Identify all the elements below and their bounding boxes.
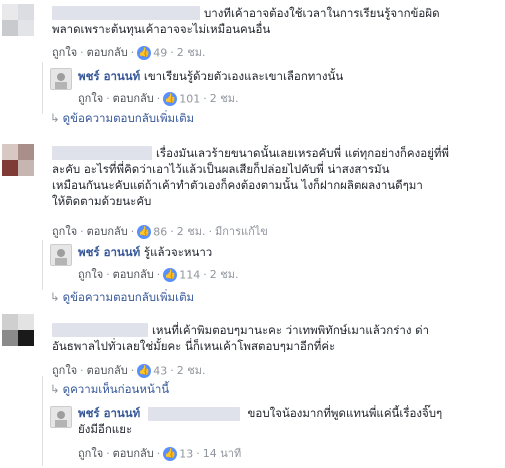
avatar-blurred[interactable] <box>2 4 34 36</box>
more-replies-label: ดูข้อความตอบกลับเพิ่มเติม <box>62 290 195 304</box>
thumbs-up-icon[interactable]: 👍 <box>163 92 178 106</box>
like-link[interactable]: ถูกใจ <box>52 364 77 377</box>
reply-text-cont: ยังมีอีกแยะ <box>78 421 132 437</box>
avatar-blurred[interactable] <box>2 144 34 176</box>
comment-time[interactable]: 2 ชม. <box>177 46 206 59</box>
thumbs-up-icon[interactable]: 👍 <box>137 364 152 378</box>
reply-line: ขอบใจน้องมากที่พูดแทนพี่แค่นี้เรื่องจิ๊บ… <box>247 406 443 420</box>
reply-arrow-icon: ↳ <box>50 111 60 125</box>
thread-line <box>42 376 43 466</box>
mention-blurred[interactable] <box>147 406 240 421</box>
reply-meta: ถูกใจ · ตอบกลับ · 👍 114 · 2 ชม. <box>78 268 239 282</box>
reply-meta: ถูกใจ · ตอบกลับ · 👍 101 · 2 ชม. <box>78 92 239 106</box>
comment-line: เหมือนกันนะคับแต่ถ้าเค้าทำตัวเองก็คงต้อง… <box>52 178 423 192</box>
comment-meta: ถูกใจ · ตอบกลับ · 👍 86 · 2 ชม. · มีการแก้ไข <box>52 225 268 239</box>
more-replies-label: ดูข้อความตอบกลับเพิ่มเติม <box>62 111 195 125</box>
avatar-image <box>2 4 34 36</box>
reply-meta: ถูกใจ · ตอบกลับ · 👍 13 · 14 นาที <box>78 447 242 461</box>
comment-meta: ถูกใจ · ตอบกลับ · 👍 49 · 2 ชม. <box>52 46 206 60</box>
like-count[interactable]: 49 <box>153 47 167 60</box>
comment-meta: ถูกใจ · ตอบกลับ · 👍 43 · 2 ชม. <box>52 364 206 378</box>
reply-text: พชร์ อานนท์ ขอบใจน้องมากที่พูดแทนพี่แค่น… <box>78 405 442 421</box>
comment-line: อันธพาลไปทั่วเลยใช่มั้ยคะ นี่ก็เหนเค้าโพ… <box>52 339 336 353</box>
like-count[interactable]: 101 <box>179 93 200 106</box>
thumbs-up-icon[interactable]: 👍 <box>137 225 152 239</box>
reply-time[interactable]: 2 ชม. <box>210 268 239 281</box>
comment-text: เรื่องมันเลวร้ายขนาดนั้นเลยเหรอคับพี่ แต… <box>156 145 504 161</box>
reply-time[interactable]: 2 ชม. <box>210 92 239 105</box>
avatar-image <box>51 69 71 89</box>
reply-arrow-icon: ↳ <box>50 290 60 304</box>
more-replies-link-1[interactable]: ↳ ดูข้อความตอบกลับเพิ่มเติม <box>50 110 194 128</box>
comment-line: เรื่องมันเลวร้ายขนาดนั้นเลยเหรอคับพี่ แต… <box>156 146 450 160</box>
like-link[interactable]: ถูกใจ <box>78 92 103 105</box>
comment-line: ละคับ อะไรที่พี่คิดว่าเอาไว้แล้วเป็นผลเส… <box>52 162 390 176</box>
reply-line: รู้แล้วจะหนาว <box>143 245 213 259</box>
reply-author[interactable]: พชร์ อานนท์ <box>78 406 140 420</box>
reply-2: พชร์ อานนท์ รู้แล้วจะหนาว ถูกใจ · ตอบกลับ ·… <box>48 240 498 284</box>
thumbs-up-icon[interactable]: 👍 <box>163 268 178 282</box>
thread-line <box>42 62 43 114</box>
avatar-patchara[interactable] <box>50 244 72 266</box>
like-link[interactable]: ถูกใจ <box>52 225 77 238</box>
avatar-image <box>51 407 71 427</box>
reply-author[interactable]: พชร์ อานนท์ <box>78 245 140 259</box>
avatar-image <box>2 144 34 176</box>
comment-line: ให้ติดตามด้วยนะคับ <box>52 194 152 208</box>
like-count[interactable]: 86 <box>153 226 167 239</box>
comment-text-cont: พลาดเพราะต้นทุนเค้าอาจจะไม่เหมือนคนอื่น <box>52 21 492 37</box>
thumbs-up-icon[interactable]: 👍 <box>163 447 178 461</box>
commenter-name-blurred[interactable] <box>52 146 152 160</box>
avatar-patchara[interactable] <box>50 68 72 90</box>
comment-text: เหนที่เค้าพิมตอบๆมานะคะ ว่าเทพพิทักษ์เมา… <box>152 322 504 338</box>
reply-line: เขาเรียนรู้ด้วยตัวเองและเขาเลือกทางนั้น <box>143 69 344 83</box>
like-link[interactable]: ถูกใจ <box>52 46 77 59</box>
thread-line <box>42 240 43 290</box>
commenter-name-blurred[interactable] <box>52 323 148 337</box>
like-link[interactable]: ถูกใจ <box>78 447 103 460</box>
commenter-name-blurred[interactable] <box>52 6 200 20</box>
like-count[interactable]: 13 <box>179 448 193 461</box>
reply-link[interactable]: ตอบกลับ <box>87 46 128 59</box>
reply-arrow-icon: ↳ <box>50 382 60 396</box>
comment-line: เหนที่เค้าพิมตอบๆมานะคะ ว่าเทพพิทักษ์เมา… <box>152 323 430 337</box>
avatar-patchara[interactable] <box>50 406 72 428</box>
comment-text-cont: อันธพาลไปทั่วเลยใช่มั้ยคะ นี่ก็เหนเค้าโพ… <box>52 338 492 354</box>
comment-time[interactable]: 2 ชม. <box>177 225 206 238</box>
reply-link[interactable]: ตอบกลับ <box>113 92 154 105</box>
reply-link[interactable]: ตอบกลับ <box>113 268 154 281</box>
like-count[interactable]: 114 <box>179 269 200 282</box>
avatar-image <box>51 245 71 265</box>
comment-time[interactable]: 2 ชม. <box>177 364 206 377</box>
reply-link[interactable]: ตอบกลับ <box>87 225 128 238</box>
thumbs-up-icon[interactable]: 👍 <box>137 46 152 60</box>
comment-line: พลาดเพราะต้นทุนเค้าอาจจะไม่เหมือนคนอื่น <box>52 22 271 36</box>
comment-line: บางทีเค้าอาจต้องใช้เวลาในการเรียนรู้จากข… <box>204 6 440 20</box>
comment-1: บางทีเค้าอาจต้องใช้เวลาในการเรียนรู้จากข… <box>0 0 505 62</box>
like-link[interactable]: ถูกใจ <box>78 268 103 281</box>
comment-text-cont: ละคับ อะไรที่พี่คิดว่าเอาไว้แล้วเป็นผลเส… <box>52 161 504 209</box>
edited-label[interactable]: มีการแก้ไข <box>215 225 268 238</box>
reply-1: พชร์ อานนท์ เขาเรียนรู้ด้วยตัวเองและเขาเ… <box>48 64 498 108</box>
reply-line: ยังมีอีกแยะ <box>78 422 133 436</box>
reply-3: พชร์ อานนท์ ขอบใจน้องมากที่พูดแทนพี่แค่น… <box>48 402 503 466</box>
comment-text: บางทีเค้าอาจต้องใช้เวลาในการเรียนรู้จากข… <box>204 5 504 21</box>
like-count[interactable]: 43 <box>153 365 167 378</box>
previous-comments-link[interactable]: ↳ ดูความเห็นก่อนหน้านี้ <box>50 381 169 399</box>
previous-comments-label: ดูความเห็นก่อนหน้านี้ <box>62 382 170 396</box>
reply-time[interactable]: 14 นาที <box>203 447 241 460</box>
comment-2: เรื่องมันเลวร้ายขนาดนั้นเลยเหรอคับพี่ แต… <box>0 140 505 240</box>
reply-text: พชร์ อานนท์ เขาเรียนรู้ด้วยตัวเองและเขาเ… <box>78 68 343 84</box>
reply-link[interactable]: ตอบกลับ <box>113 447 154 460</box>
reply-link[interactable]: ตอบกลับ <box>87 364 128 377</box>
avatar-image <box>2 314 34 346</box>
reply-author[interactable]: พชร์ อานนท์ <box>78 69 140 83</box>
more-replies-link-2[interactable]: ↳ ดูข้อความตอบกลับเพิ่มเติม <box>50 289 194 307</box>
reply-text: พชร์ อานนท์ รู้แล้วจะหนาว <box>78 244 212 260</box>
avatar-blurred[interactable] <box>2 314 34 346</box>
